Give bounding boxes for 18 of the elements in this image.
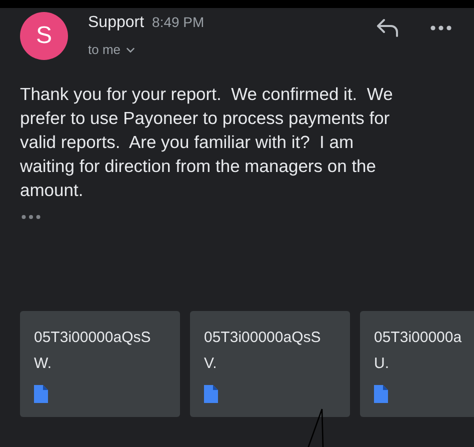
recipient-dropdown[interactable]: to me — [88, 42, 135, 57]
file-name: 05T3i00000aQsS W. — [34, 328, 152, 374]
attachment-card[interactable]: 05T3i00000aQsS V. — [190, 311, 350, 417]
time: 8:49 PM — [152, 14, 204, 30]
document-icon — [204, 385, 218, 403]
reply-icon[interactable] — [376, 18, 400, 38]
attachment-card[interactable]: 05T3i00000aQsS W. — [20, 311, 180, 417]
chevron-icon — [126, 46, 135, 52]
file-name: 05T3i00000aQsS V. — [204, 328, 322, 374]
show-trimmed-content-icon[interactable] — [21, 214, 41, 220]
avatar: S — [20, 12, 68, 60]
document-icon — [374, 385, 388, 403]
document-icon — [34, 385, 48, 403]
sender-name: Support — [88, 14, 144, 32]
file-name: 05T3i00000a U. — [374, 328, 460, 374]
more-options-icon[interactable] — [430, 25, 452, 31]
message-body: Thank you for your report. We confirmed it. We prefer to use Payoneer to process payments for valid reports. Are you familiar with it? I am waiting for direction from the managers on the amount. — [20, 83, 394, 202]
attachment-card[interactable]: 05T3i00000a U. — [360, 311, 474, 417]
